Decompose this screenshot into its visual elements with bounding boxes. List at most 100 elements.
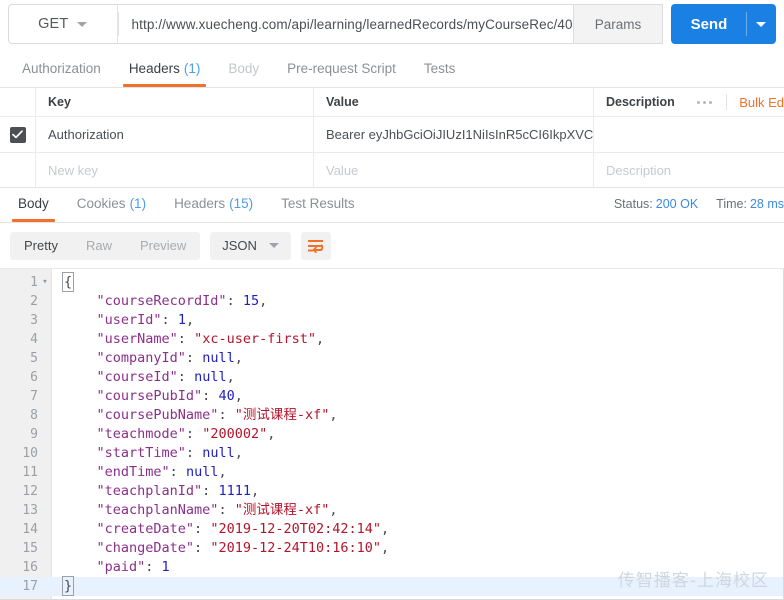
code-token: null <box>202 445 235 461</box>
tab-headers[interactable]: Headers (1) <box>115 50 215 87</box>
tab-label: Pre-request Script <box>287 61 396 76</box>
code-line-text: "courseId": null, <box>52 368 235 387</box>
tab-response-headers[interactable]: Headers (15) <box>160 185 267 222</box>
code-lines: 1 ▾{2 "courseRecordId": 15, 3 "userId": 1,… <box>0 272 783 596</box>
line-number: 8 <box>30 408 38 423</box>
code-line: 1 ▾ { <box>0 272 783 292</box>
tab-test-results[interactable]: Test Results <box>267 185 369 222</box>
code-line: 11 "endTime": null, <box>0 463 783 482</box>
code-token: 1111 <box>218 483 251 499</box>
active-tab-underline <box>122 84 207 87</box>
code-token: , <box>315 331 325 347</box>
column-header-label: Key <box>48 95 71 109</box>
line-number: 15 <box>22 541 38 556</box>
tab-label: Test Results <box>281 196 355 211</box>
tab-count: (1) <box>129 196 147 211</box>
row-checkbox[interactable] <box>9 126 26 143</box>
tab-response-cookies[interactable]: Cookies (1) <box>63 185 160 222</box>
language-label: JSON <box>222 238 257 253</box>
response-body-viewer[interactable]: 1 ▾{2 "courseRecordId": 15, 3 "userId": 1,… <box>0 268 784 600</box>
code-line: 15 "changeDate": "2019-12-24T10:16:10", <box>0 539 783 558</box>
new-value-input[interactable]: Value <box>314 153 594 187</box>
new-key-input[interactable]: New key <box>36 153 314 187</box>
url-input[interactable]: http://www.xuecheng.com/api/learning/lea… <box>116 4 573 44</box>
status-label: Status: <box>613 196 653 211</box>
line-number: 7 <box>30 389 38 404</box>
line-number: 10 <box>22 446 38 461</box>
code-token: : <box>202 483 219 499</box>
code-line: 3 "userId": 1, <box>0 311 783 330</box>
line-number: 2 <box>30 294 38 309</box>
code-line: 9 "teachmode": "200002", <box>0 425 783 444</box>
code-token: , <box>234 445 243 461</box>
code-token: , <box>267 426 276 442</box>
params-button[interactable]: Params <box>572 4 664 44</box>
code-token: } <box>61 576 75 596</box>
code-token: , <box>234 388 243 404</box>
send-button[interactable]: Send <box>671 4 747 44</box>
code-token: , <box>381 521 390 537</box>
status-badge: Status: 200 OK <box>614 197 698 211</box>
code-token: "courseRecordId" <box>64 293 227 309</box>
code-token: "xc-user-first" <box>194 331 316 347</box>
header-description-cell[interactable] <box>594 117 784 152</box>
code-token: "coursePubId" <box>64 388 203 404</box>
json-code-editor[interactable]: 1 ▾{2 "courseRecordId": 15, 3 "userId": 1,… <box>0 269 783 599</box>
response-meta: Status: 200 OK Time: 28 ms <box>614 187 784 222</box>
request-tabs: Authorization Headers (1) Body Pre-reque… <box>0 50 784 88</box>
response-tabs: Body Cookies (1) Headers (15) Test Resul… <box>0 187 784 223</box>
code-token: "startTime" <box>64 445 186 461</box>
view-mode-pretty[interactable]: Pretty <box>10 232 72 260</box>
postman-window: GET http://www.xuecheng.com/api/learning… <box>0 0 784 600</box>
code-token: "teachplanName" <box>64 502 219 518</box>
bulk-edit-link[interactable]: Bulk Ed <box>727 95 784 110</box>
view-mode-group: Pretty Raw Preview <box>10 231 201 260</box>
code-token: "endTime" <box>64 464 170 480</box>
code-line: 12 "teachplanId": 1111, <box>0 482 783 501</box>
code-token: : <box>177 331 195 347</box>
code-token: null <box>202 350 235 366</box>
fold-toggle-icon[interactable]: ▾ <box>38 273 52 292</box>
code-token: "测试课程-xf" <box>234 407 330 423</box>
code-token: "userId" <box>64 312 162 328</box>
tab-count: (1) <box>183 61 201 76</box>
code-token: { <box>61 272 75 292</box>
view-mode-preview[interactable]: Preview <box>126 232 200 260</box>
code-line-text: "teachplanId": 1111, <box>52 482 260 501</box>
header-key-cell[interactable]: Authorization <box>36 117 314 152</box>
code-token: : <box>161 312 178 328</box>
tab-authorization[interactable]: Authorization <box>8 50 115 87</box>
new-description-placeholder: Description <box>606 162 672 178</box>
code-token: "changeDate" <box>64 540 195 556</box>
code-line-text: "endTime": null, <box>52 463 227 482</box>
code-line: 5 "companyId": null, <box>0 349 783 368</box>
code-token: , <box>259 293 268 309</box>
tab-body[interactable]: Body <box>214 50 273 87</box>
http-method-label: GET <box>38 16 69 32</box>
code-token: 40 <box>218 388 235 404</box>
new-description-input[interactable]: Description <box>594 153 784 187</box>
status-value: 200 OK <box>655 196 699 211</box>
code-token: : <box>218 502 235 518</box>
code-line-text: "companyId": null, <box>52 349 243 368</box>
code-line: 17} <box>0 576 783 596</box>
code-token: : <box>185 426 203 442</box>
header-key-value: Authorization <box>48 127 124 142</box>
code-token: "teachmode" <box>64 426 186 442</box>
word-wrap-toggle[interactable] <box>300 231 331 260</box>
line-number: 4 <box>30 332 38 347</box>
code-token: 1 <box>177 312 186 328</box>
code-token: "paid" <box>64 559 146 575</box>
tab-tests[interactable]: Tests <box>410 50 470 87</box>
line-number: 3 <box>30 313 38 328</box>
view-mode-raw[interactable]: Raw <box>72 232 126 260</box>
send-options-button[interactable] <box>746 4 776 44</box>
header-value-cell[interactable]: Bearer eyJhbGciOiJIUzI1NiIsInR5cCI6IkpXV… <box>314 117 594 152</box>
http-method-selector[interactable]: GET <box>8 4 117 44</box>
tab-pre-request-script[interactable]: Pre-request Script <box>273 50 410 87</box>
more-options-icon[interactable] <box>683 94 728 110</box>
code-token: "createDate" <box>64 521 195 537</box>
code-token: "2019-12-20T02:42:14" <box>210 521 381 537</box>
tab-response-body[interactable]: Body <box>4 185 63 222</box>
language-selector[interactable]: JSON <box>210 231 291 260</box>
